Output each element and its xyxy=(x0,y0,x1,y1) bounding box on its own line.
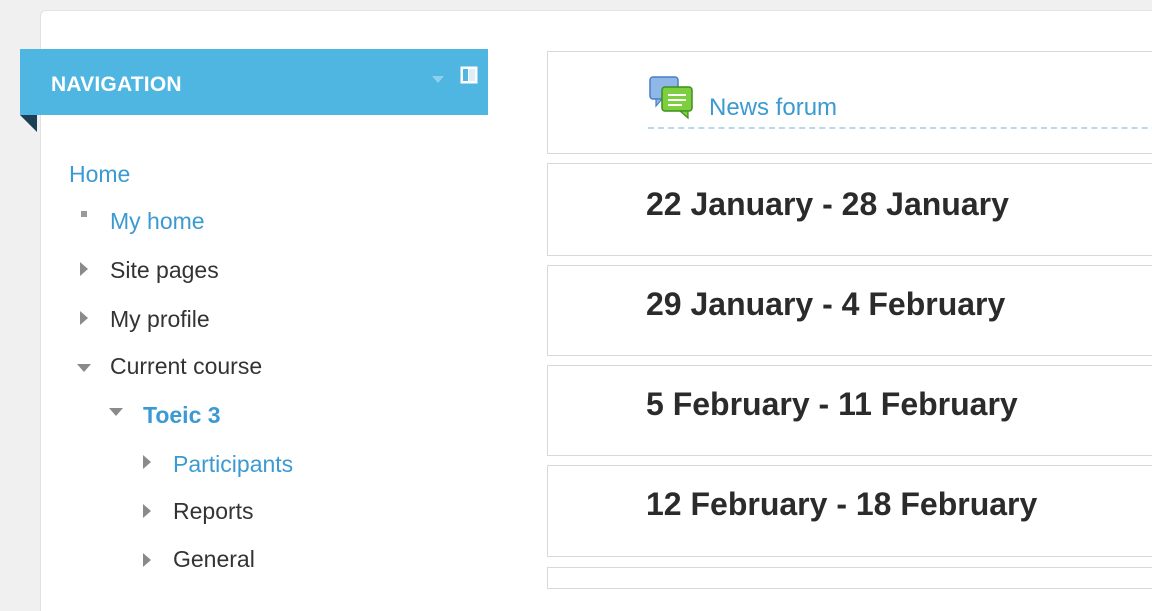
section-title: 5 February - 11 February xyxy=(646,386,1018,422)
course-section-general: News forum xyxy=(547,51,1152,154)
expand-right-icon[interactable] xyxy=(80,311,88,325)
nav-item-current-course[interactable]: Current course xyxy=(110,353,262,380)
nav-item-my-profile[interactable]: My profile xyxy=(110,306,210,333)
course-section: 22 January - 28 January xyxy=(547,163,1152,256)
nav-item-label[interactable]: Site pages xyxy=(110,257,219,284)
bullet-icon xyxy=(81,211,87,217)
nav-item-participants[interactable]: Participants xyxy=(173,451,293,478)
chevron-down-icon[interactable] xyxy=(432,76,444,83)
forum-chat-icon[interactable] xyxy=(648,75,698,121)
nav-item-label[interactable]: Reports xyxy=(173,498,254,525)
nav-item-home[interactable]: Home xyxy=(69,161,130,188)
news-forum-link[interactable]: News forum xyxy=(709,94,837,122)
expand-right-icon[interactable] xyxy=(143,504,151,518)
news-forum-activity[interactable]: News forum xyxy=(648,75,1152,129)
nav-item-label[interactable]: General xyxy=(173,546,255,573)
nav-item-label[interactable]: Toeic 3 xyxy=(143,402,221,429)
nav-item-label[interactable]: My profile xyxy=(110,306,210,333)
nav-item-label[interactable]: My home xyxy=(110,208,205,235)
section-title: 22 January - 28 January xyxy=(646,186,1009,222)
dock-icon[interactable] xyxy=(460,66,478,84)
course-section: 29 January - 4 February xyxy=(547,265,1152,356)
expand-right-icon[interactable] xyxy=(80,262,88,276)
nav-item-label[interactable]: Home xyxy=(69,161,130,188)
nav-item-toeic-3[interactable]: Toeic 3 xyxy=(143,402,221,429)
collapse-down-icon[interactable] xyxy=(77,364,91,372)
course-section xyxy=(547,567,1152,589)
nav-item-my-home[interactable]: My home xyxy=(110,208,205,235)
nav-item-reports[interactable]: Reports xyxy=(173,498,254,525)
navigation-header-fold xyxy=(20,115,37,132)
navigation-title: NAVIGATION xyxy=(51,73,182,96)
expand-right-icon[interactable] xyxy=(143,553,151,567)
course-section: 12 February - 18 February xyxy=(547,465,1152,557)
course-section: 5 February - 11 February xyxy=(547,365,1152,456)
nav-item-site-pages[interactable]: Site pages xyxy=(110,257,219,284)
section-title: 29 January - 4 February xyxy=(646,286,1006,322)
nav-item-label[interactable]: Current course xyxy=(110,353,262,380)
nav-item-general[interactable]: General xyxy=(173,546,255,573)
nav-item-label[interactable]: Participants xyxy=(173,451,293,478)
expand-right-icon[interactable] xyxy=(143,455,151,469)
collapse-down-icon[interactable] xyxy=(109,408,123,416)
navigation-block-header: NAVIGATION xyxy=(20,49,488,115)
section-title: 12 February - 18 February xyxy=(646,486,1038,522)
